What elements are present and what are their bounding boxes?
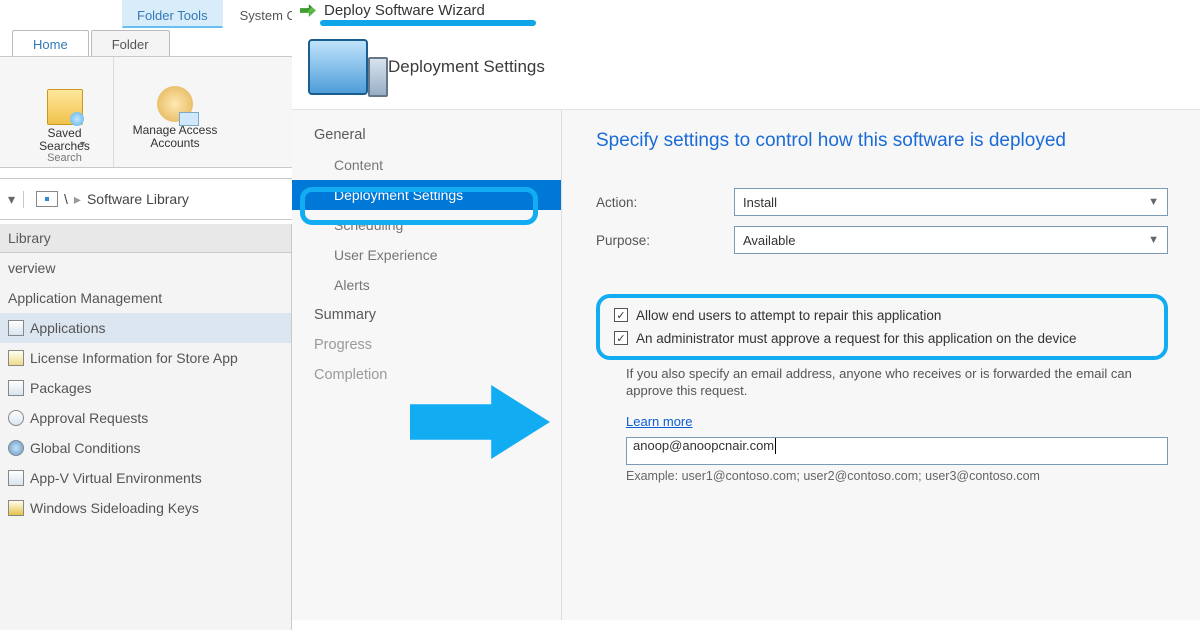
applications-icon [8, 320, 24, 336]
context-tab-folder-tools[interactable]: Folder Tools [122, 0, 223, 28]
dropdown-glyph-icon: ▾ [80, 139, 85, 150]
wizard-step-title: Deployment Settings [388, 57, 545, 77]
window-icon [36, 191, 58, 207]
user-accounts-icon [157, 86, 193, 122]
chevron-down-icon: ▼ [1148, 196, 1159, 208]
key-icon [8, 500, 24, 516]
action-value: Install [743, 195, 777, 210]
breadcrumb-software-library[interactable]: Software Library [87, 191, 189, 207]
breadcrumb-bar: ▾ \ ▸ Software Library [0, 178, 292, 220]
saved-searches-button[interactable]: Saved Searches ▾ [22, 89, 107, 150]
ribbon-tab-home[interactable]: Home [12, 30, 89, 58]
checkbox-icon [614, 331, 628, 345]
approval-options-highlight: Allow end users to attempt to repair thi… [596, 294, 1168, 360]
approver-email-input[interactable]: anoop@anoopcnair.com [626, 437, 1168, 465]
back-button[interactable]: ▾ [0, 191, 23, 208]
nav-appv[interactable]: App-V Virtual Environments [0, 463, 291, 493]
action-dropdown[interactable]: Install ▼ [734, 188, 1168, 216]
left-panel-header: Library [0, 224, 291, 253]
allow-repair-checkbox[interactable]: Allow end users to attempt to repair thi… [614, 308, 1146, 323]
wizard-nav: General Content Deployment Settings Sche… [292, 110, 562, 620]
approval-hint: If you also specify an email address, an… [596, 366, 1168, 400]
ribbon-tab-folder[interactable]: Folder [91, 30, 170, 58]
nav-content[interactable]: Content [292, 150, 561, 180]
global-icon [8, 440, 24, 456]
checkbox-icon [614, 308, 628, 322]
nav-packages[interactable]: Packages [0, 373, 291, 403]
ribbon-group-label: Search [47, 150, 82, 167]
action-label: Action: [596, 195, 726, 210]
deploy-software-wizard: Deploy Software Wizard Deployment Settin… [292, 0, 1200, 630]
nav-user-experience[interactable]: User Experience [292, 240, 561, 270]
ribbon: Saved Searches ▾ Search Manage Access Ac… [0, 56, 292, 168]
admin-approve-checkbox[interactable]: An administrator must approve a request … [614, 331, 1146, 346]
nav-completion: Completion [292, 360, 561, 390]
wizard-arrow-icon [300, 3, 316, 19]
packages-icon [8, 380, 24, 396]
breadcrumb-root[interactable]: \ [64, 191, 68, 207]
manage-access-button[interactable]: Manage Access Accounts [120, 86, 230, 150]
nav-deployment-settings[interactable]: Deployment Settings [292, 180, 561, 210]
license-icon [8, 350, 24, 366]
nav-application-management[interactable]: Application Management [0, 283, 291, 313]
wizard-content: Specify settings to control how this sof… [562, 110, 1200, 620]
deployment-icon [308, 39, 368, 95]
nav-progress: Progress [292, 330, 561, 360]
purpose-dropdown[interactable]: Available ▼ [734, 226, 1168, 254]
nav-summary[interactable]: Summary [292, 300, 561, 330]
nav-approval-requests[interactable]: Approval Requests [0, 403, 291, 433]
content-heading: Specify settings to control how this sof… [596, 130, 1168, 152]
approval-icon [8, 410, 24, 426]
purpose-label: Purpose: [596, 233, 726, 248]
wizard-title: Deploy Software Wizard [324, 2, 485, 19]
appv-icon [8, 470, 24, 486]
nav-license-info[interactable]: License Information for Store App [0, 343, 291, 373]
left-nav-panel: Library verview Application Management A… [0, 224, 292, 630]
nav-scheduling[interactable]: Scheduling [292, 210, 561, 240]
nav-general[interactable]: General [292, 120, 561, 150]
text-caret [775, 438, 776, 454]
email-value: anoop@anoopcnair.com [633, 438, 774, 453]
email-example: Example: user1@contoso.com; user2@contos… [626, 469, 1168, 483]
learn-more-link[interactable]: Learn more [626, 414, 692, 429]
nav-alerts[interactable]: Alerts [292, 270, 561, 300]
chevron-down-icon: ▼ [1148, 234, 1159, 246]
nav-sideloading-keys[interactable]: Windows Sideloading Keys [0, 493, 291, 523]
manage-access-label: Manage Access Accounts [133, 124, 218, 150]
nav-overview[interactable]: verview [0, 253, 291, 283]
annotation-title-underline [320, 20, 536, 26]
nav-global-conditions[interactable]: Global Conditions [0, 433, 291, 463]
purpose-value: Available [743, 233, 796, 248]
folder-search-icon [47, 89, 83, 125]
nav-applications[interactable]: Applications [0, 313, 291, 343]
